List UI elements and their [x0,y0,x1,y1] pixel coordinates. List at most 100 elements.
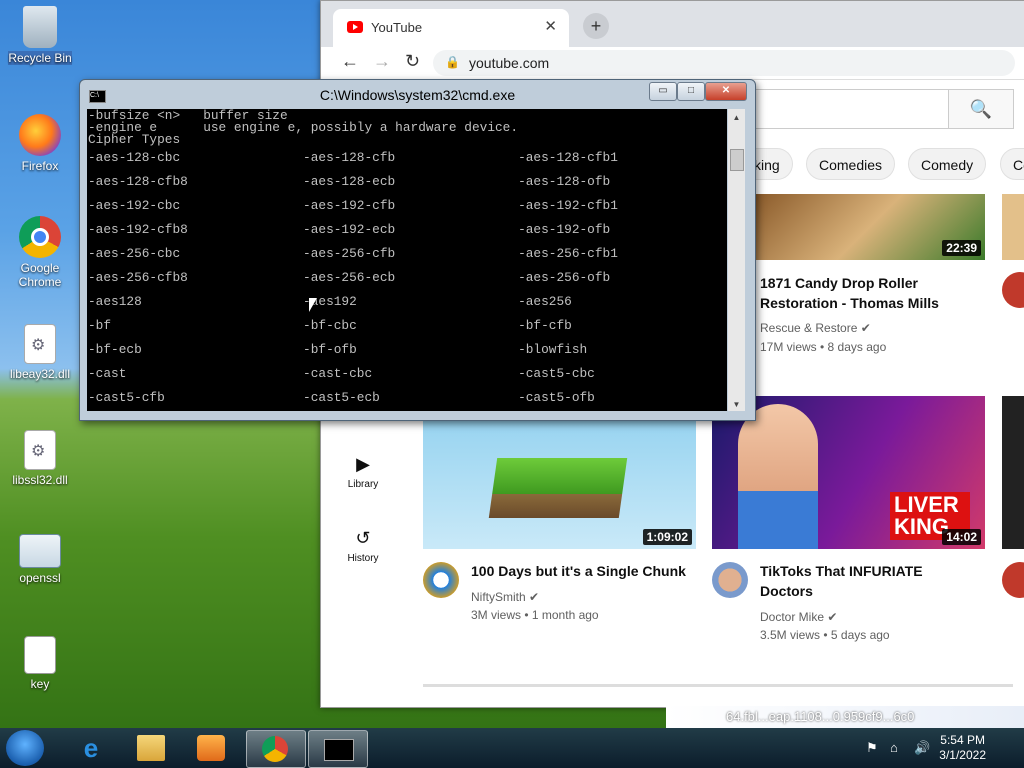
video-thumbnail[interactable]: 22:39 [754,194,985,260]
cipher-row: -bf-ecb -bf-ofb -blowfish [88,338,726,362]
clock-time: 5:54 PM [940,733,985,747]
cipher-name: -aes-256-ecb [303,270,519,285]
taskbar: e ⚑ ⌂ 🔊 5:54 PM 3/1/2022 [0,728,1024,768]
history-icon: ↺ [355,528,371,548]
close-tab-icon[interactable]: ✕ [544,17,557,35]
chip-comedies[interactable]: Comedies [806,148,896,180]
video-thumbnail[interactable] [1002,396,1024,549]
sidebar-item-history[interactable]: ↺ History [322,528,404,564]
forward-button[interactable]: → [373,51,391,72]
cipher-name: -cast5-cbc [518,366,595,381]
volume-icon[interactable]: 🔊 [914,740,930,756]
cipher-name: -aes-128-cfb1 [518,150,618,165]
cipher-row: -cast5-cfb -cast5-ecb -cast5-ofb [88,386,726,410]
taskbar-clock[interactable]: 5:54 PM 3/1/2022 [939,733,986,763]
taskbar-ie[interactable]: e [62,730,120,766]
clock-date: 3/1/2022 [939,748,986,762]
search-icon: 🔍 [969,99,993,119]
desktop-icon-openssl[interactable]: openssl [2,534,78,585]
channel-avatar[interactable] [712,562,748,598]
verified-icon: ✔ [529,590,540,604]
chip-comedy[interactable]: Comedy [908,148,987,180]
windows-start-icon[interactable] [6,730,44,766]
desktop-icon-firefox[interactable]: Firefox [2,114,78,173]
cipher-name: -aes256 [518,294,572,309]
cipher-name: -cast [88,366,304,381]
video-title[interactable]: 100 Days but it's a Single Chunk [471,561,691,581]
cipher-name: -cast5-ofb [518,390,595,405]
taskbar-cmd[interactable] [308,730,368,768]
scroll-down-icon[interactable]: ▼ [728,400,745,409]
dll-file-icon [24,324,56,364]
cipher-row: -bf -bf-cbc -bf-cfb [88,314,726,338]
cipher-name: -aes-256-cbc [88,246,304,261]
video-title[interactable]: TikToks That INFURIATE Doctors [760,561,960,601]
verified-icon: ✔ [827,610,838,624]
address-bar[interactable]: 🔒 youtube.com [433,50,1015,76]
cipher-row: -aes-192-cbc -aes-192-cfb -aes-192-cfb1 [88,194,726,218]
channel-name[interactable]: Rescue & Restore ✔ [760,321,871,335]
tab-youtube[interactable]: YouTube ✕ [333,9,569,47]
back-button[interactable]: ← [341,51,359,72]
cipher-name: -aes-256-cfb [303,246,519,261]
taskbar-explorer[interactable] [122,730,180,766]
cipher-name: -bf [88,318,304,333]
minimize-button[interactable]: ▭ [649,82,677,101]
channel-name[interactable]: NiftySmith ✔ [471,590,539,604]
cipher-name: -aes-128-cfb8 [88,174,304,189]
lock-icon: 🔒 [445,55,460,69]
chrome-icon [19,216,61,258]
search-button[interactable]: 🔍 [948,89,1014,129]
mouse-cursor-icon [309,298,317,312]
cipher-name: -aes-192-ofb [518,222,611,237]
verified-icon: ✔ [860,321,871,335]
background-window-strip: 64.fbl...eap.1108...0.959cf9...6c0 [666,706,1024,728]
person-graphic [738,404,818,549]
console-output[interactable]: -bufsize <n> buffer size -engine e use en… [87,109,727,411]
desktop-icon-key[interactable]: key [2,636,78,691]
cipher-name: -bf-cfb [518,318,572,333]
openssl-icon [19,534,61,568]
channel-name[interactable]: Doctor Mike ✔ [760,610,837,624]
cmd-window[interactable]: C:\ C:\Windows\system32\cmd.exe ▭ □ ✕ -b… [79,79,756,421]
reload-button[interactable]: ↻ [405,51,420,72]
network-icon[interactable]: ⌂ [890,740,898,755]
duration-badge: 14:02 [942,529,981,545]
taskbar-media-player[interactable] [182,730,240,766]
chip-co[interactable]: Co [1000,148,1024,180]
console-text: -bufsize <n> buffer size -engine e use en… [87,109,727,411]
video-thumbnail[interactable] [1002,194,1024,260]
new-tab-button[interactable]: + [583,13,609,39]
console-line: Cipher Types [88,132,181,147]
cipher-name: -aes-192-cfb1 [518,198,618,213]
duration-badge: 22:39 [942,240,981,256]
desktop-icon-libssl32[interactable]: libssl32.dll [2,430,78,487]
cipher-name: -cast-cbc [303,366,519,381]
channel-avatar[interactable] [423,562,459,598]
sidebar-item-library[interactable]: ▶ Library [322,454,404,490]
close-button[interactable]: ✕ [705,82,747,101]
youtube-logo-icon [347,21,363,33]
cipher-name: -bf-ofb [303,342,519,357]
cipher-name: -aes-192-cfb [303,198,519,213]
scroll-up-icon[interactable]: ▲ [728,113,745,122]
taskbar-chrome[interactable] [246,730,306,768]
scrollbar-thumb[interactable] [730,149,744,171]
desktop-icon-label: Google Chrome [18,261,62,289]
console-line: -engine e use engine e, possibly a hardw… [88,120,519,135]
internet-explorer-icon: e [83,733,99,763]
desktop-icon-libeay32[interactable]: libeay32.dll [2,324,78,381]
horizontal-scrollbar[interactable] [423,684,1013,687]
desktop-icon-label: Recycle Bin [8,51,72,65]
vertical-scrollbar[interactable]: ▲ ▼ [728,109,745,411]
desktop-icon-label: Firefox [21,159,59,173]
video-meta: 17M views • 8 days ago [760,340,887,354]
maximize-button[interactable]: □ [677,82,705,101]
desktop-icon-recycle-bin[interactable]: Recycle Bin [2,6,78,65]
dll-file-icon [24,430,56,470]
flag-icon[interactable]: ⚑ [866,740,878,756]
desktop-icon-chrome[interactable]: Google Chrome [2,216,78,289]
video-title[interactable]: 1871 Candy Drop Roller Restoration - Tho… [760,273,980,313]
minecraft-chunk-graphic [488,458,628,518]
cipher-row: -aes-192-cfb8 -aes-192-ecb -aes-192-ofb [88,218,726,242]
